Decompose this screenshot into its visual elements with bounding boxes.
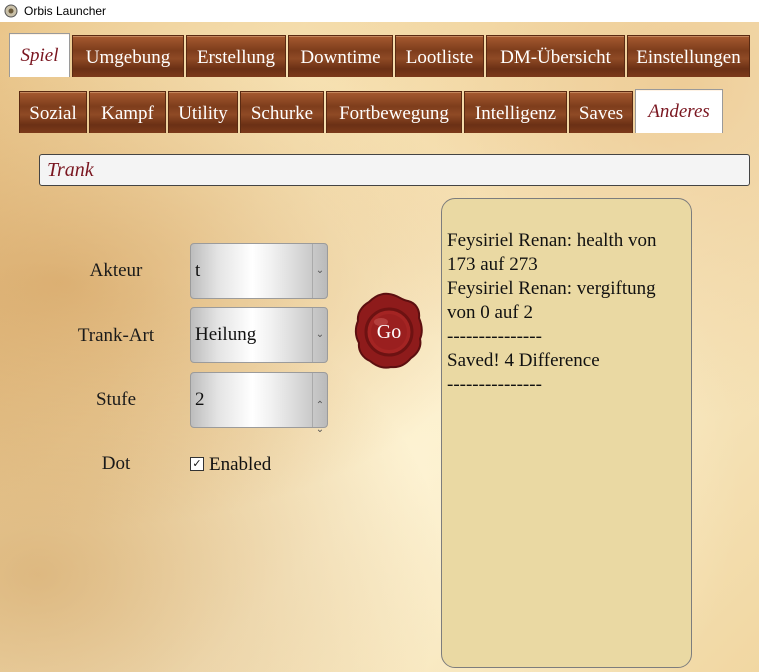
- output-line: Saved! 4 Difference: [447, 350, 600, 371]
- tab-utility[interactable]: Utility: [168, 91, 238, 133]
- actor-select[interactable]: t ⌄: [190, 243, 328, 299]
- chevron-down-icon[interactable]: ⌄: [313, 403, 327, 457]
- tab-label: Downtime: [300, 47, 381, 68]
- window-title: Orbis Launcher: [24, 4, 107, 18]
- tab-spiel[interactable]: Spiel: [9, 33, 70, 77]
- level-label: Stufe: [95, 389, 137, 410]
- tab-label: Sozial: [29, 103, 77, 124]
- chevron-down-icon[interactable]: ⌄: [312, 308, 327, 362]
- tab-kampf[interactable]: Kampf: [89, 91, 166, 133]
- search-input[interactable]: Trank: [39, 154, 750, 186]
- output-line: Feysiriel Renan: vergiftung von 0 auf 2: [447, 278, 656, 323]
- level-spin-buttons: ⌃ ⌄: [312, 373, 327, 435]
- tab-label: Schurke: [250, 103, 314, 124]
- level-value: 2: [195, 389, 205, 410]
- tab-label: Fortbewegung: [339, 103, 449, 124]
- output-line: ---------------: [447, 326, 542, 347]
- dot-checkbox-label: Enabled: [209, 454, 272, 475]
- tab-label: Utility: [178, 103, 228, 124]
- go-button[interactable]: Go: [354, 292, 424, 370]
- tab-label: Kampf: [101, 103, 154, 124]
- actor-label: Akteur: [89, 260, 143, 281]
- dot-label: Dot: [101, 453, 131, 474]
- tab-label: Anderes: [648, 101, 710, 122]
- tab-erstellung[interactable]: Erstellung: [186, 35, 286, 77]
- search-value: Trank: [47, 159, 94, 181]
- tab-label: Umgebung: [85, 47, 171, 68]
- tab-downtime[interactable]: Downtime: [288, 35, 393, 77]
- tab-dm-uebersicht[interactable]: DM-Übersicht: [486, 35, 625, 77]
- tab-fortbewegung[interactable]: Fortbewegung: [326, 91, 462, 133]
- tab-label: DM-Übersicht: [500, 47, 611, 68]
- checkmark-icon[interactable]: ✓: [190, 456, 204, 471]
- tab-anderes[interactable]: Anderes: [635, 89, 723, 133]
- actor-value: t: [195, 260, 201, 281]
- chevron-down-icon[interactable]: ⌄: [312, 244, 327, 298]
- tab-umgebung[interactable]: Umgebung: [72, 35, 184, 77]
- tab-label: Lootliste: [405, 47, 474, 68]
- output-line: ---------------: [447, 374, 542, 395]
- tab-schurke[interactable]: Schurke: [240, 91, 324, 133]
- tab-label: Saves: [578, 103, 624, 124]
- tab-label: Erstellung: [196, 47, 276, 68]
- tab-einstellungen[interactable]: Einstellungen: [627, 35, 750, 77]
- tab-lootliste[interactable]: Lootliste: [395, 35, 484, 77]
- tab-intelligenz[interactable]: Intelligenz: [464, 91, 567, 133]
- potion-type-select[interactable]: Heilung ⌄: [190, 307, 328, 363]
- tab-label: Intelligenz: [474, 103, 557, 124]
- go-button-label: Go: [376, 321, 402, 343]
- tab-sozial[interactable]: Sozial: [19, 91, 87, 133]
- output-log[interactable]: Feysiriel Renan: health von 173 auf 273 …: [441, 198, 692, 668]
- tab-saves[interactable]: Saves: [569, 91, 633, 133]
- tab-label: Einstellungen: [636, 47, 741, 68]
- level-stepper[interactable]: 2 ⌃ ⌄: [190, 372, 328, 435]
- app-icon: [4, 4, 18, 18]
- output-line: Feysiriel Renan: health von 173 auf 273: [447, 230, 657, 275]
- title-bar: Orbis Launcher: [0, 0, 759, 22]
- potion-type-value: Heilung: [195, 324, 257, 345]
- tab-label: Spiel: [20, 45, 59, 66]
- potion-type-label: Trank-Art: [77, 325, 155, 346]
- dot-checkbox[interactable]: ✓ Enabled: [190, 454, 271, 476]
